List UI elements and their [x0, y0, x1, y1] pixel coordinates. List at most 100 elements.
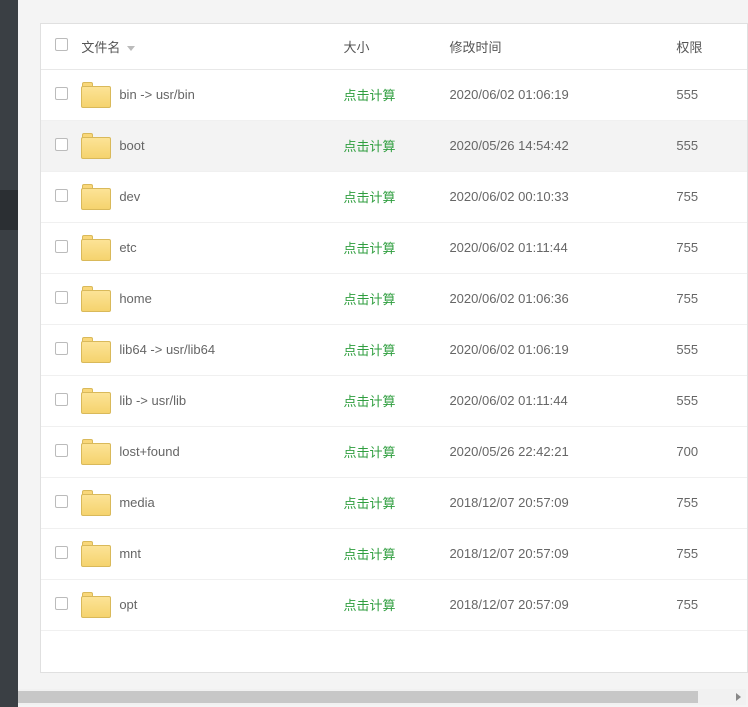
row-time-cell: 2020/06/02 01:06:19	[449, 324, 676, 375]
row-size-cell: 点击计算	[344, 222, 450, 273]
row-time-cell: 2020/06/02 01:06:36	[449, 273, 676, 324]
row-checkbox-cell	[41, 120, 81, 171]
row-size-cell: 点击计算	[344, 375, 450, 426]
row-checkbox-cell	[41, 171, 81, 222]
row-time-cell: 2020/06/02 01:11:44	[449, 375, 676, 426]
scrollbar-thumb[interactable]	[18, 691, 698, 703]
row-size-cell: 点击计算	[344, 324, 450, 375]
table-row[interactable]: mnt点击计算2018/12/07 20:57:09755	[41, 528, 747, 579]
table-header-row: 文件名 大小 修改时间 权限	[41, 24, 747, 69]
row-size-cell: 点击计算	[344, 273, 450, 324]
file-name[interactable]: home	[119, 291, 152, 306]
file-name[interactable]: dev	[119, 189, 140, 204]
row-checkbox[interactable]	[55, 444, 68, 457]
row-time-cell: 2018/12/07 20:57:09	[449, 528, 676, 579]
table-row[interactable]: lost+found点击计算2020/05/26 22:42:21700	[41, 426, 747, 477]
row-checkbox-cell	[41, 477, 81, 528]
row-checkbox[interactable]	[55, 138, 68, 151]
row-checkbox-cell	[41, 273, 81, 324]
folder-icon	[81, 592, 111, 618]
header-perm[interactable]: 权限	[676, 24, 747, 69]
calculate-size-link[interactable]: 点击计算	[344, 88, 396, 103]
file-table: 文件名 大小 修改时间 权限 bin -> usr/bin 点击计算 2020/06…	[41, 24, 747, 631]
header-name[interactable]: 文件名	[81, 24, 343, 69]
scrollbar-right-arrow-icon[interactable]	[730, 689, 746, 705]
file-name[interactable]: etc	[119, 240, 136, 255]
calculate-size-link[interactable]: 点击计算	[344, 292, 396, 307]
row-name-cell: etc	[81, 222, 343, 273]
row-perm-cell: 555	[676, 324, 747, 375]
row-checkbox-cell	[41, 324, 81, 375]
row-time-cell: 2020/06/02 00:10:33	[449, 171, 676, 222]
row-size-cell: 点击计算	[344, 426, 450, 477]
calculate-size-link[interactable]: 点击计算	[344, 496, 396, 511]
main-panel: 文件名 大小 修改时间 权限 bin -> usr/bin 点击计算 2020/06…	[18, 0, 748, 707]
header-time[interactable]: 修改时间	[449, 24, 676, 69]
file-name[interactable]: lib64 -> usr/lib64	[119, 342, 215, 357]
folder-icon	[81, 235, 111, 261]
row-checkbox[interactable]	[55, 342, 68, 355]
row-time-cell: 2020/05/26 22:42:21	[449, 426, 676, 477]
folder-icon	[81, 490, 111, 516]
file-name[interactable]: media	[119, 495, 154, 510]
row-checkbox[interactable]	[55, 495, 68, 508]
horizontal-scrollbar[interactable]	[18, 689, 746, 705]
table-row[interactable]: bin -> usr/bin点击计算2020/06/02 01:06:19555	[41, 69, 747, 120]
file-name[interactable]: bin -> usr/bin	[119, 87, 195, 102]
row-checkbox[interactable]	[55, 240, 68, 253]
folder-icon	[81, 337, 111, 363]
calculate-size-link[interactable]: 点击计算	[344, 241, 396, 256]
header-size[interactable]: 大小	[344, 24, 450, 69]
row-perm-cell: 755	[676, 171, 747, 222]
header-time-label: 修改时间	[449, 40, 501, 55]
row-checkbox-cell	[41, 69, 81, 120]
table-row[interactable]: lib -> usr/lib点击计算2020/06/02 01:11:44555	[41, 375, 747, 426]
select-all-checkbox[interactable]	[55, 38, 68, 51]
row-name-cell: lost+found	[81, 426, 343, 477]
row-perm-cell: 755	[676, 222, 747, 273]
table-row[interactable]: opt点击计算2018/12/07 20:57:09755	[41, 579, 747, 630]
row-checkbox[interactable]	[55, 546, 68, 559]
row-checkbox[interactable]	[55, 393, 68, 406]
row-checkbox[interactable]	[55, 189, 68, 202]
row-checkbox[interactable]	[55, 87, 68, 100]
folder-icon	[81, 388, 111, 414]
calculate-size-link[interactable]: 点击计算	[344, 343, 396, 358]
calculate-size-link[interactable]: 点击计算	[344, 598, 396, 613]
row-name-cell: lib64 -> usr/lib64	[81, 324, 343, 375]
calculate-size-link[interactable]: 点击计算	[344, 547, 396, 562]
table-row[interactable]: lib64 -> usr/lib64 点击计算 2020/06/02 01:06:1…	[41, 324, 747, 375]
row-perm-cell: 555	[676, 69, 747, 120]
row-checkbox[interactable]	[55, 291, 68, 304]
table-row[interactable]: etc点击计算2020/06/02 01:11:44755	[41, 222, 747, 273]
row-name-cell: home	[81, 273, 343, 324]
calculate-size-link[interactable]: 点击计算	[344, 190, 396, 205]
table-row[interactable]: home 点击计算 2020/06/02 01:06:36755	[41, 273, 747, 324]
folder-icon	[81, 133, 111, 159]
calculate-size-link[interactable]: 点击计算	[344, 394, 396, 409]
calculate-size-link[interactable]: 点击计算	[344, 445, 396, 460]
file-name[interactable]: boot	[119, 138, 144, 153]
row-perm-cell: 555	[676, 120, 747, 171]
header-checkbox-cell	[41, 24, 81, 69]
file-name[interactable]: lib -> usr/lib	[119, 393, 186, 408]
row-size-cell: 点击计算	[344, 120, 450, 171]
row-checkbox[interactable]	[55, 597, 68, 610]
file-name[interactable]: mnt	[119, 546, 141, 561]
table-row[interactable]: dev 点击计算 2020/06/02 00:10:33755	[41, 171, 747, 222]
row-checkbox-cell	[41, 528, 81, 579]
folder-icon	[81, 184, 111, 210]
calculate-size-link[interactable]: 点击计算	[344, 139, 396, 154]
row-name-cell: bin -> usr/bin	[81, 69, 343, 120]
table-row[interactable]: media点击计算2018/12/07 20:57:09755	[41, 477, 747, 528]
row-name-cell: media	[81, 477, 343, 528]
file-name[interactable]: lost+found	[119, 444, 179, 459]
header-size-label: 大小	[344, 40, 370, 55]
file-name[interactable]: opt	[119, 597, 137, 612]
file-table-container: 文件名 大小 修改时间 权限 bin -> usr/bin 点击计算 2020/06…	[40, 23, 748, 673]
toolbar	[40, 0, 748, 18]
table-row[interactable]: boot 点击计算 2020/05/26 14:54:42555	[41, 120, 747, 171]
sidebar	[0, 0, 18, 707]
row-perm-cell: 755	[676, 273, 747, 324]
row-time-cell: 2020/05/26 14:54:42	[449, 120, 676, 171]
